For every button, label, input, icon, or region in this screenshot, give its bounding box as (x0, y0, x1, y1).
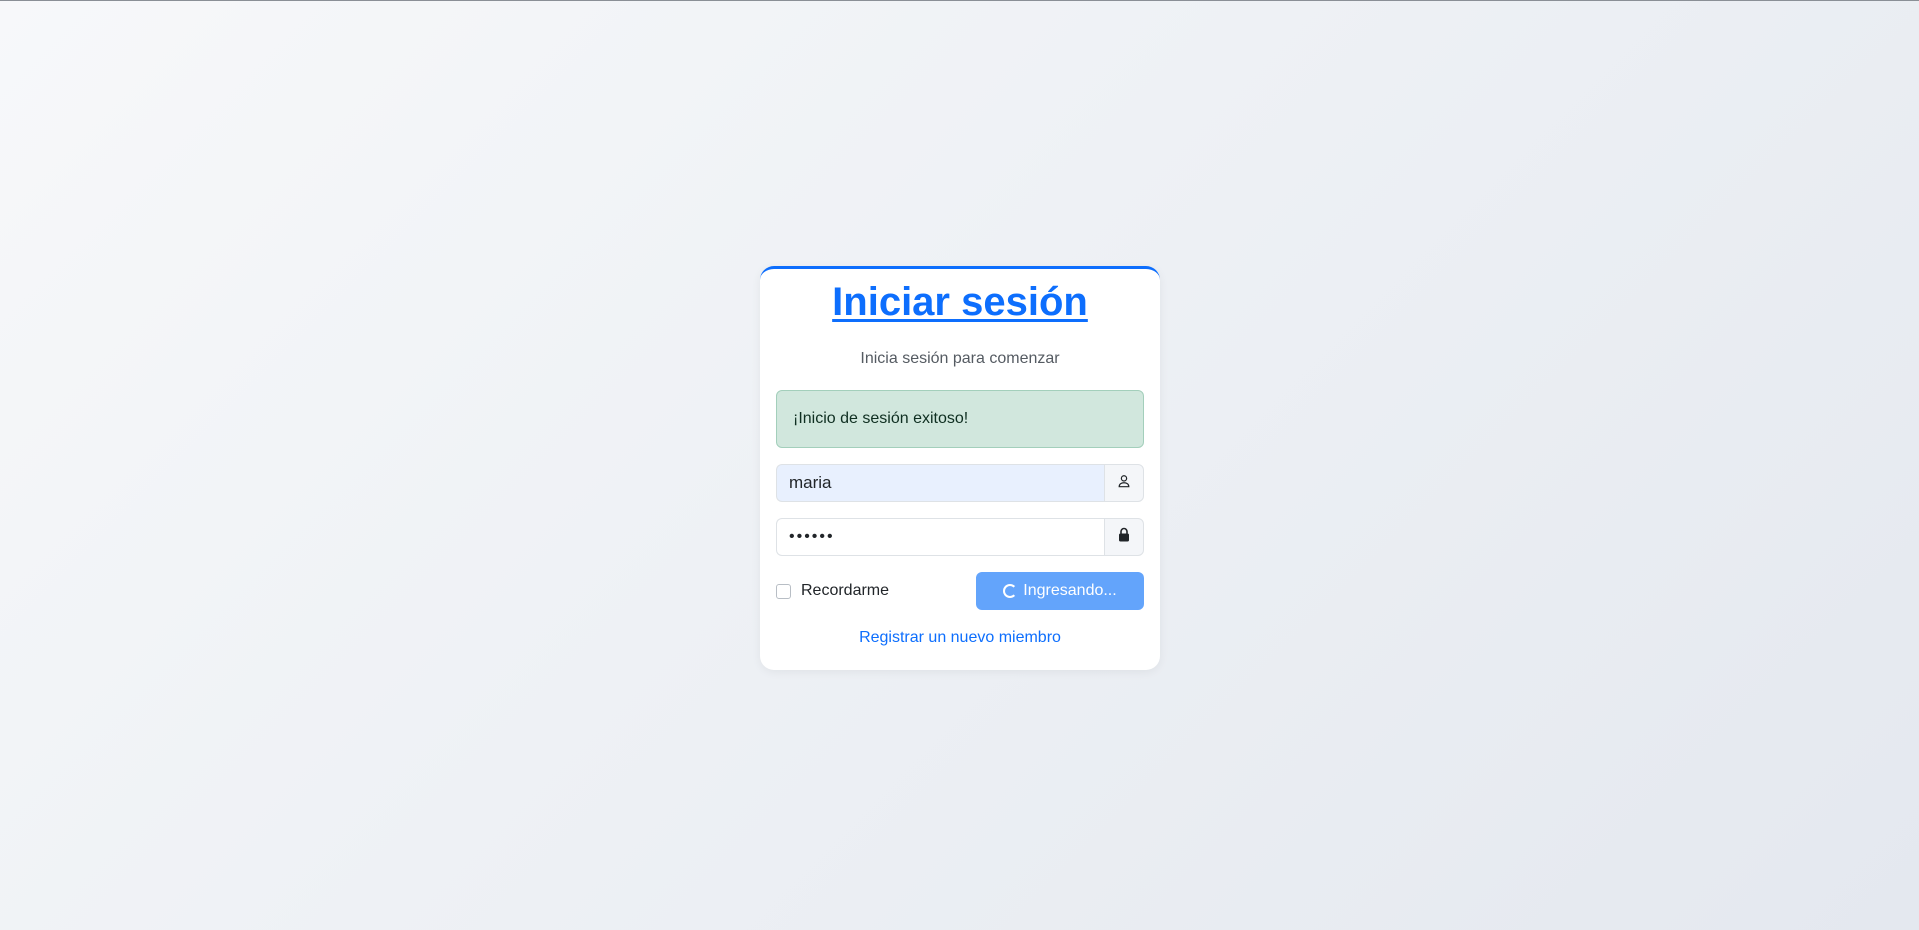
lock-icon (1118, 527, 1130, 547)
password-input[interactable] (776, 518, 1104, 556)
actions-row: Recordarme Ingresando... (776, 572, 1144, 610)
password-group (776, 518, 1144, 556)
login-button-label: Ingresando... (1023, 582, 1117, 599)
remember-me[interactable]: Recordarme (776, 582, 889, 600)
login-subtitle: Inicia sesión para comenzar (860, 350, 1060, 367)
success-alert: ¡Inicio de sesión exitoso! (776, 390, 1144, 448)
username-input[interactable] (776, 464, 1104, 502)
success-alert-text: ¡Inicio de sesión exitoso! (793, 410, 969, 427)
remember-label: Recordarme (801, 582, 890, 599)
spinner-icon (1003, 584, 1018, 598)
username-group (776, 464, 1144, 502)
username-addon (1104, 464, 1144, 502)
password-addon (1104, 518, 1144, 556)
register-link[interactable]: Registrar un nuevo miembro (776, 628, 1144, 648)
login-button[interactable]: Ingresando... (976, 572, 1144, 610)
login-card: Iniciar sesión Inicia sesión para comenz… (760, 266, 1160, 670)
remember-checkbox[interactable] (776, 583, 791, 599)
page-title[interactable]: Iniciar sesión (776, 277, 1144, 327)
user-icon (1117, 474, 1131, 493)
